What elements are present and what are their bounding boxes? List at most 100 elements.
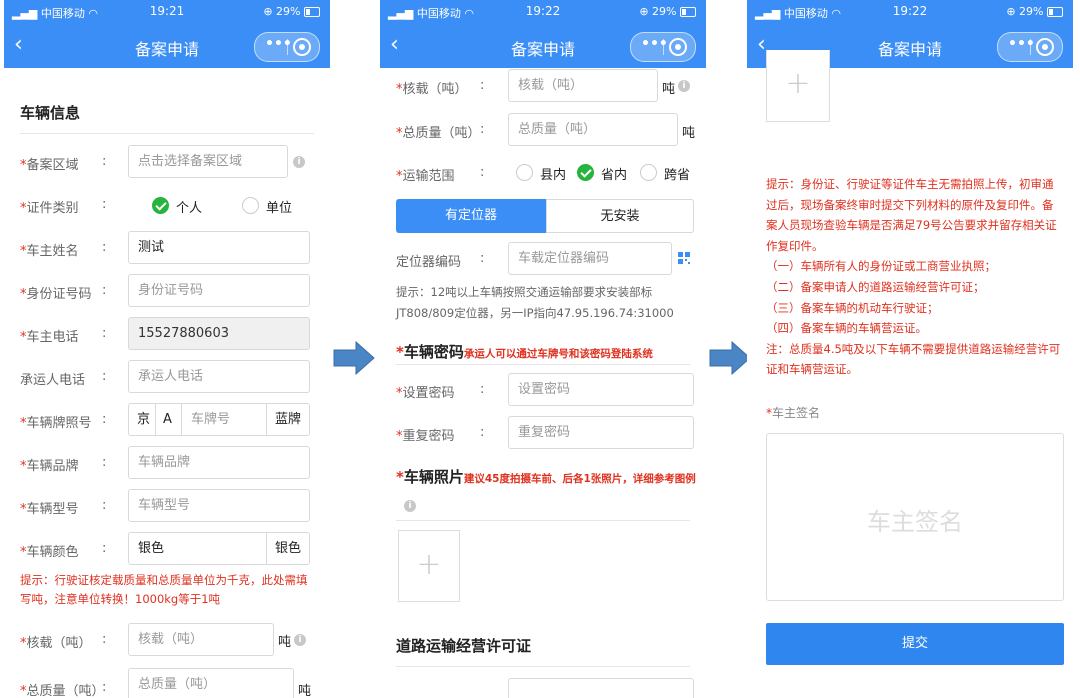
close-icon[interactable] (669, 38, 687, 56)
plate-number-input[interactable]: 车牌号 (191, 404, 230, 435)
status-bar: ▂▄▆ 中国移动 ◠ 19:22 ⊕ 29% (747, 0, 1073, 24)
tab-no-locator[interactable]: 无安装 (546, 199, 694, 233)
color-select[interactable]: 银色 (275, 533, 301, 564)
color-input[interactable]: 银色 银色 (128, 532, 310, 565)
set-password-input[interactable]: 设置密码 (508, 373, 694, 406)
model-input[interactable]: 车辆型号 (128, 489, 310, 522)
load-unit: 吨 (662, 82, 676, 97)
mini-program-capsule: ••• (254, 32, 320, 62)
locator-input[interactable]: 车载定位器编码 (508, 242, 672, 275)
model-label: *车辆型号 (20, 502, 79, 517)
load-label: *核载（吨） (20, 636, 92, 651)
arrow-right-icon (709, 340, 751, 376)
load-input[interactable]: 核载（吨） (128, 623, 274, 656)
section-title-vehicle-info: 车辆信息 (20, 104, 81, 122)
status-bar: ▂▄▆ 中国移动 ◠ 19:22 ⊕ 29% (380, 0, 706, 24)
load-input[interactable]: 核载（吨） (508, 69, 658, 102)
owner-phone-input[interactable]: 15527880603 (128, 317, 310, 350)
plus-icon: + (416, 547, 442, 582)
mini-program-capsule: ••• (997, 32, 1063, 62)
brand-input[interactable]: 车辆品牌 (128, 446, 310, 479)
info-icon[interactable]: i (404, 500, 416, 512)
password-section-title: *车辆密码承运人可以通过车牌号和该密码登陆系统 (396, 343, 653, 361)
battery-indicator: ⊕ 29% (263, 5, 320, 18)
cert-personal-label: 个人 (176, 201, 203, 216)
plate-label: *车辆牌照号 (20, 416, 92, 431)
submit-button[interactable]: 提交 (766, 623, 1064, 665)
cert-personal-radio[interactable] (152, 197, 169, 214)
signature-pad[interactable]: 车主签名 (766, 433, 1064, 601)
color-label: *车辆颜色 (20, 545, 79, 560)
nav-bar: ‹ 备案申请 ••• (380, 24, 706, 68)
arrow-right-icon (333, 340, 375, 376)
photo-section-title: *车辆照片建议45度拍摄车前、后各1张照片，详细参考图例 (396, 468, 696, 486)
mini-program-capsule: ••• (630, 32, 696, 62)
info-icon[interactable]: i (678, 80, 690, 92)
cert-unit-label: 单位 (266, 201, 293, 216)
total-label: *总质量（吨） (20, 684, 105, 698)
vehicle-photo-upload[interactable]: + (398, 530, 460, 602)
plate-letter-select[interactable]: A (163, 404, 172, 435)
screen-vehicle-details: ▂▄▆ 中国移动 ◠ 19:22 ⊕ 29% ‹ 备案申请 ••• *核载（吨）… (380, 0, 706, 698)
close-icon[interactable] (293, 38, 311, 56)
signature-placeholder: 车主签名 (867, 508, 963, 536)
repeat-password-input[interactable]: 重复密码 (508, 416, 694, 449)
battery-icon (304, 7, 320, 17)
photo-hint: 建议45度拍摄车前、后各1张照片，详细参考图例 (463, 473, 696, 485)
battery-icon (680, 7, 696, 17)
road-permit-input[interactable] (508, 678, 694, 698)
total-label: *总质量（吨） (396, 126, 481, 141)
road-permit-title: 道路运输经营许可证 (396, 637, 532, 655)
close-icon[interactable] (1036, 38, 1054, 56)
owner-name-label: *车主姓名 (20, 244, 79, 259)
owner-name-input[interactable]: 测试 (128, 231, 310, 264)
id-number-input[interactable]: 身份证号码 (128, 274, 310, 307)
permit-photo-upload[interactable]: + (766, 50, 830, 122)
carrier-phone-label: 承运人电话 (20, 373, 86, 388)
scope-county-radio[interactable] (516, 164, 533, 181)
scope-cross-label: 跨省 (664, 168, 691, 183)
set-password-label: *设置密码 (396, 386, 455, 401)
screen-vehicle-info: ▂▄▆ 中国移动 ◠ 19:21 ⊕ 29% ‹ 备案申请 ••• 车辆信息 *… (4, 0, 330, 698)
cert-type-label: *证件类别 (20, 201, 79, 216)
cert-unit-radio[interactable] (242, 197, 259, 214)
repeat-password-label: *重复密码 (396, 429, 455, 444)
info-icon[interactable]: i (293, 156, 305, 168)
area-select[interactable]: 点击选择备案区域 (128, 145, 288, 178)
total-input[interactable]: 总质量（吨） (508, 113, 678, 146)
status-bar: ▂▄▆ 中国移动 ◠ 19:21 ⊕ 29% (4, 0, 330, 24)
signature-label: *车主签名 (766, 406, 821, 420)
nav-bar: ‹ 备案申请 ••• (4, 24, 330, 68)
plate-color-select[interactable]: 蓝牌 (275, 404, 301, 435)
info-icon[interactable]: i (294, 634, 306, 646)
load-label: *核载（吨） (396, 82, 468, 97)
load-unit: 吨 (278, 635, 292, 650)
carrier-phone-input[interactable]: 承运人电话 (128, 360, 310, 393)
password-hint: 承运人可以通过车牌号和该密码登陆系统 (463, 348, 653, 360)
area-label: *备案区域 (20, 158, 79, 173)
plus-icon: + (785, 66, 811, 101)
color-value: 银色 (138, 541, 165, 556)
plate-province-select[interactable]: 京 (137, 404, 150, 435)
total-input[interactable]: 总质量（吨） (128, 668, 294, 698)
locator-label: 定位器编码 (396, 255, 462, 270)
locator-tip: 提示：12吨以上车辆按照交通运输部要求安装部标 JT808/809定位器，另一I… (396, 285, 674, 320)
battery-indicator: ⊕ 29% (1006, 5, 1063, 18)
battery-indicator: ⊕ 29% (639, 5, 696, 18)
plate-input-group: 京 A 车牌号 蓝牌 (128, 403, 310, 436)
total-unit: 吨 (298, 684, 312, 698)
qr-scan-icon[interactable] (678, 252, 690, 264)
owner-phone-label: *车主电话 (20, 330, 79, 345)
brand-label: *车辆品牌 (20, 459, 79, 474)
id-number-label: *身份证号码 (20, 287, 92, 302)
materials-tip: 提示：身份证、行驶证等证件车主无需拍照上传，初审通 过后，现场备案终审时提交下列… (766, 177, 1061, 377)
scope-province-radio[interactable] (577, 164, 594, 181)
scope-province-label: 省内 (601, 168, 628, 183)
tab-has-locator[interactable]: 有定位器 (396, 199, 546, 233)
scope-label: *运输范围 (396, 169, 455, 184)
screen-signature: ▂▄▆ 中国移动 ◠ 19:22 ⊕ 29% ‹ 备案申请 ••• + 提示：身… (747, 0, 1073, 698)
weight-unit-tip: 提示：行驶证核定载质量和总质量单位为千克，此处需填 写吨，注意单位转换！1000… (20, 573, 308, 606)
scope-cross-radio[interactable] (640, 164, 657, 181)
scope-county-label: 县内 (540, 168, 567, 183)
battery-icon (1047, 7, 1063, 17)
